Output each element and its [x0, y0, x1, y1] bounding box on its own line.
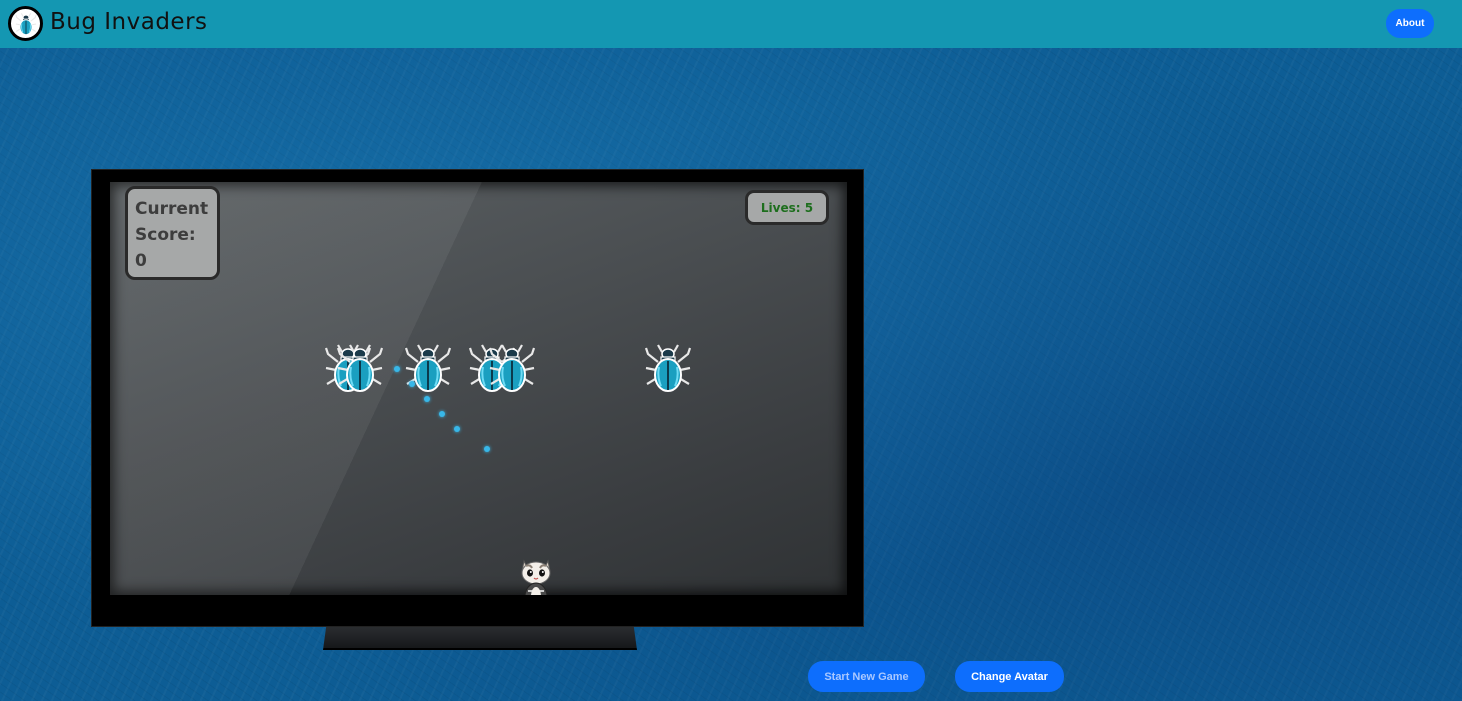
- score-label-line-2: Score:: [135, 225, 196, 245]
- bullet: [409, 381, 415, 387]
- lives-text: Lives: 5: [760, 200, 814, 215]
- score-panel: Current Score: 0: [125, 186, 220, 280]
- score-value: 0: [135, 251, 147, 271]
- bullet: [484, 446, 490, 452]
- beetle-icon: [334, 342, 386, 394]
- bullet: [424, 396, 430, 402]
- tv-stand: [323, 627, 637, 650]
- beetle-icon: [486, 342, 538, 394]
- brand-title[interactable]: Bug Invaders: [50, 9, 208, 35]
- bullet: [439, 411, 445, 417]
- game-screen[interactable]: Current Score: 0 Lives: 5: [110, 182, 847, 595]
- beetle-icon[interactable]: [8, 6, 43, 41]
- start-new-game-button[interactable]: Start New Game: [808, 661, 925, 692]
- change-avatar-button[interactable]: Change Avatar: [955, 661, 1064, 692]
- top-navbar: Bug Invaders About: [0, 0, 1462, 48]
- bullet: [454, 426, 460, 432]
- lives-panel: Lives: 5: [745, 190, 829, 225]
- tv-frame: Current Score: 0 Lives: 5: [91, 169, 864, 627]
- score-label-line-1: Current: [135, 199, 209, 219]
- cat-avatar-icon: [521, 559, 551, 595]
- bullet: [394, 366, 400, 372]
- about-button[interactable]: About: [1386, 9, 1434, 38]
- beetle-icon: [642, 342, 694, 394]
